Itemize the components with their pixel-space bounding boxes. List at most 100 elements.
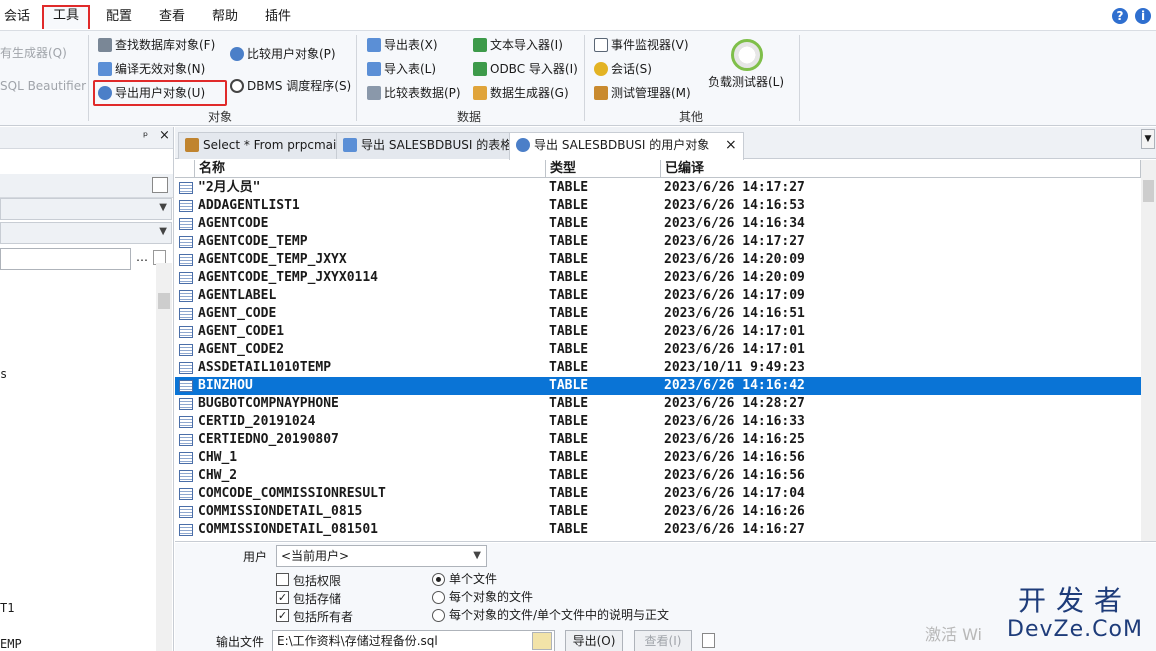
copy-icon[interactable] — [702, 633, 715, 648]
panel-combo-1[interactable]: ▼ — [0, 198, 172, 220]
table-row[interactable]: AGENT_CODE TABLE 2023/6/26 14:16:51 — [175, 305, 1141, 323]
output-file-input[interactable]: E:\工作资料\存储过程备份.sql — [272, 630, 555, 651]
single-file-radio[interactable] — [432, 573, 445, 586]
export-user-objects-button[interactable]: 导出用户对象(U) — [98, 83, 205, 103]
ribbon-fragment-sql-beautifier[interactable]: SQL Beautifier — [0, 76, 86, 96]
odbc-importer-label: ODBC 导入器(I) — [490, 62, 578, 76]
help-icon[interactable]: ? — [1112, 8, 1128, 24]
cell-compiled: 2023/6/26 14:16:26 — [664, 504, 805, 519]
table-row[interactable]: AGENTLABEL TABLE 2023/6/26 14:17:09 — [175, 287, 1141, 305]
cell-type: TABLE — [549, 504, 589, 519]
panel-scrollbar[interactable] — [156, 263, 172, 651]
file-per-object-spec-body-radio[interactable] — [432, 609, 445, 622]
menu-plugins[interactable]: 插件 — [261, 6, 295, 28]
column-header-name[interactable]: 名称 — [195, 160, 546, 178]
tab-list-dropdown[interactable]: ▼ — [1141, 129, 1155, 149]
table-row[interactable]: AGENT_CODE1 TABLE 2023/6/26 14:17:01 — [175, 323, 1141, 341]
table-row[interactable]: BUGBOTCOMPNAYPHONE TABLE 2023/6/26 14:28:2… — [175, 395, 1141, 413]
table-row[interactable]: AGENT_CODE2 TABLE 2023/6/26 14:17:01 — [175, 341, 1141, 359]
include-privileges-checkbox[interactable] — [276, 573, 289, 586]
table-row[interactable]: ADDAGENTLIST1 TABLE 2023/6/26 14:16:53 — [175, 197, 1141, 215]
load-tester-button[interactable]: 负载测试器(L) — [708, 72, 784, 92]
compile-invalid-button[interactable]: 编译无效对象(N) — [98, 59, 205, 79]
scrollbar-thumb[interactable] — [158, 293, 170, 309]
user-select[interactable]: <当前用户> ▼ — [276, 545, 487, 567]
include-owner-checkbox[interactable]: ✓ — [276, 609, 289, 622]
tab-label: 导出 SALESBDBUSI 的表格 — [361, 138, 513, 152]
cell-name: AGENTCODE_TEMP_JXYX0114 — [198, 270, 379, 285]
test-manager-button[interactable]: 测试管理器(M) — [594, 83, 691, 103]
users-export-icon — [98, 86, 112, 100]
dbms-scheduler-button[interactable]: DBMS 调度程序(S) — [230, 76, 351, 96]
ribbon-separator — [584, 35, 585, 121]
pin-icon[interactable]: ᵖ — [143, 129, 148, 143]
find-db-object-button[interactable]: 查找数据库对象(F) — [98, 35, 215, 55]
folder-icon[interactable] — [532, 632, 552, 650]
tab-label: Select * From prpcmain — [203, 138, 344, 152]
panel-search-input[interactable] — [0, 248, 131, 270]
cell-name: COMMISSIONDETAIL_0815 — [198, 504, 363, 519]
cell-name: CHW_1 — [198, 450, 238, 465]
menu-session[interactable]: 会话 — [0, 6, 34, 28]
table-row[interactable]: AGENTCODE_TEMP_JXYX TABLE 2023/6/26 14:20:… — [175, 251, 1141, 269]
event-monitor-button[interactable]: 事件监视器(V) — [594, 35, 689, 55]
grid-scrollbar[interactable] — [1141, 160, 1156, 541]
close-icon[interactable]: × — [725, 137, 737, 153]
menu-view[interactable]: 查看 — [155, 6, 189, 28]
include-storage-checkbox[interactable]: ✓ — [276, 591, 289, 604]
column-header-type[interactable]: 类型 — [546, 160, 661, 178]
table-row[interactable]: COMMISSIONDETAIL_081501 TABLE 2023/6/26 14… — [175, 521, 1141, 539]
file-per-object-radio[interactable] — [432, 591, 445, 604]
table-row[interactable]: BINZHOU TABLE 2023/6/26 14:16:42 — [175, 377, 1141, 395]
cell-type: TABLE — [549, 180, 589, 195]
tab-export-user-objects[interactable]: 导出 SALESBDBUSI 的用户对象 × — [509, 132, 744, 160]
export-tables-button[interactable]: 导出表(X) — [367, 35, 438, 55]
table-row[interactable]: ASSDETAIL1010TEMP TABLE 2023/10/11 9:49:23 — [175, 359, 1141, 377]
table-row[interactable]: "2月人员" TABLE 2023/6/26 14:17:27 — [175, 179, 1141, 197]
menu-config[interactable]: 配置 — [102, 6, 136, 28]
import-tables-button[interactable]: 导入表(L) — [367, 59, 436, 79]
info-icon[interactable]: i — [1135, 8, 1151, 24]
table-row[interactable]: COMCODE_COMMISSIONRESULT TABLE 2023/6/26 1… — [175, 485, 1141, 503]
menu-tools[interactable]: 工具 — [42, 5, 91, 29]
export-table-icon — [343, 138, 357, 152]
table-row[interactable]: CERTIEDNO_20190807 TABLE 2023/6/26 14:16:2… — [175, 431, 1141, 449]
panel-checkbox[interactable] — [152, 177, 168, 193]
table-row[interactable]: CHW_2 TABLE 2023/6/26 14:16:56 — [175, 467, 1141, 485]
table-row[interactable]: CERTID_20191024 TABLE 2023/6/26 14:16:33 — [175, 413, 1141, 431]
cell-type: TABLE — [549, 216, 589, 231]
table-row[interactable]: CHW_1 TABLE 2023/6/26 14:16:56 — [175, 449, 1141, 467]
menu-help[interactable]: 帮助 — [208, 6, 242, 28]
view-button[interactable]: 查看(I) — [634, 630, 692, 651]
table-row[interactable]: COMMISSIONDETAIL_0815 TABLE 2023/6/26 14:1… — [175, 503, 1141, 521]
cell-compiled: 2023/6/26 14:16:25 — [664, 432, 805, 447]
ribbon-fragment-generator[interactable]: 有生成器(Q) — [0, 43, 67, 63]
object-browser-panel: ᵖ × ▼ ▼ … s T1 EMP — [0, 127, 174, 651]
ribbon-separator — [88, 35, 89, 121]
user-objects-grid: 名称 类型 已编译 "2月人员" TABLE 2023/6/26 14:17:27 A… — [175, 160, 1156, 542]
odbc-importer-button[interactable]: ODBC 导入器(I) — [473, 59, 578, 79]
table-row[interactable]: AGENTCODE_TEMP TABLE 2023/6/26 14:17:27 — [175, 233, 1141, 251]
tab-export-tables[interactable]: 导出 SALESBDBUSI 的表格 — [336, 132, 520, 159]
table-row[interactable]: AGENTCODE TABLE 2023/6/26 14:16:34 — [175, 215, 1141, 233]
cell-compiled: 2023/6/26 14:17:01 — [664, 324, 805, 339]
tab-select-query[interactable]: Select * From prpcmain — [178, 132, 351, 159]
compile-icon — [98, 62, 112, 76]
browse-button[interactable]: … — [136, 250, 148, 264]
scrollbar-thumb[interactable] — [1143, 180, 1154, 202]
column-header-compiled[interactable]: 已编译 — [661, 160, 1141, 178]
panel-combo-2[interactable]: ▼ — [0, 222, 172, 244]
sessions-button[interactable]: 会话(S) — [594, 59, 652, 79]
table-row[interactable]: AGENTCODE_TEMP_JXYX0114 TABLE 2023/6/26 14… — [175, 269, 1141, 287]
text-importer-button[interactable]: 文本导入器(I) — [473, 35, 563, 55]
include-owner-label: 包括所有者 — [293, 610, 354, 624]
close-icon[interactable]: × — [159, 128, 170, 143]
sessions-label: 会话(S) — [611, 62, 652, 76]
export-button[interactable]: 导出(O) — [565, 630, 623, 651]
table-icon — [179, 488, 193, 500]
data-generator-button[interactable]: 数据生成器(G) — [473, 83, 569, 103]
output-file-label: 输出文件 — [216, 635, 265, 649]
ribbon-separator — [356, 35, 357, 121]
compare-user-objects-button[interactable]: 比较用户对象(P) — [230, 44, 336, 64]
compare-table-data-button[interactable]: 比较表数据(P) — [367, 83, 461, 103]
